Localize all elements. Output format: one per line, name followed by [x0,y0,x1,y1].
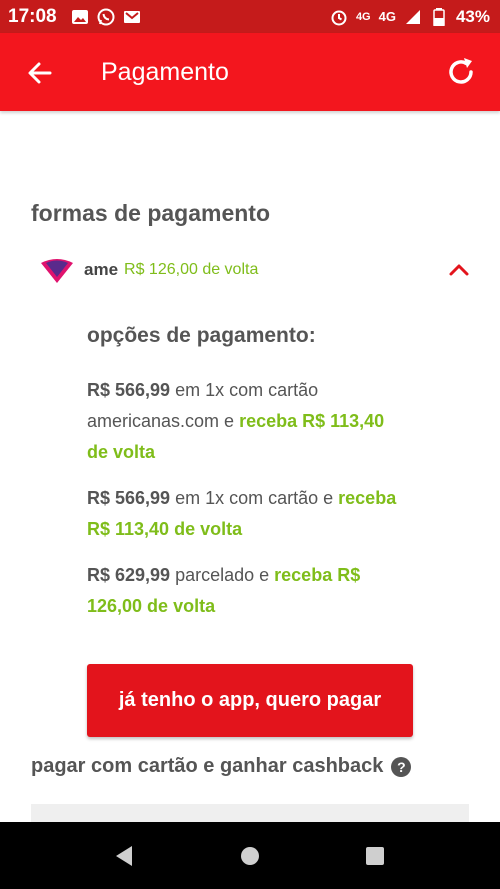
payment-option: R$ 629,99 parcelado e receba R$ 126,00 d… [87,560,407,622]
ame-cashback: R$ 126,00 de volta [124,261,259,278]
gmail-icon [123,8,141,26]
back-arrow-icon[interactable] [24,57,56,89]
whatsapp-icon [97,8,115,26]
card-form-box[interactable] [31,804,469,824]
image-notification-icon [71,8,89,26]
nav-home-icon[interactable] [236,842,264,870]
option-price: R$ 566,99 [87,380,171,400]
pay-with-app-button[interactable]: já tenho o app, quero pagar [87,664,413,737]
payment-option: R$ 566,99 em 1x com cartão e receba R$ 1… [87,483,407,545]
payment-option: R$ 566,99 em 1x com cartão americanas.co… [87,375,407,468]
option-description: em 1x com cartão e [170,488,339,508]
ame-name: ame [84,260,119,279]
option-description: parcelado e [170,565,275,585]
help-icon[interactable]: ? [391,756,412,777]
signal-icon [404,8,422,26]
status-bar: 17:08 4G 4G 43% [0,0,500,33]
option-price: R$ 629,99 [87,565,171,585]
refresh-icon[interactable] [444,55,478,89]
ame-logo-icon [40,255,74,285]
android-nav-bar [0,822,500,889]
payment-options-title: opções de pagamento: [87,324,316,347]
alarm-icon [330,8,348,26]
ame-payment-row[interactable]: ame R$ 126,00 de volta [40,253,470,287]
battery-icon [430,7,448,26]
card-cashback-section: pagar com cartão e ganhar cashback ? [31,755,412,778]
nav-back-icon[interactable] [110,842,138,870]
notification-icons [71,8,141,26]
option-price: R$ 566,99 [87,488,171,508]
system-icons: 4G 4G 43% [330,7,490,27]
volte-4g-label: 4G [355,10,371,23]
payment-methods-title: formas de pagamento [31,200,270,226]
battery-percent: 43% [455,6,490,26]
card-cashback-title: pagar com cartão e ganhar cashback [31,755,384,777]
status-time: 17:08 [8,5,57,27]
page-title: Pagamento [101,58,229,86]
network-4g-label: 4G [378,9,396,24]
chevron-up-icon[interactable] [448,259,470,281]
nav-recents-icon[interactable] [361,842,389,870]
app-bar: Pagamento [0,33,500,111]
